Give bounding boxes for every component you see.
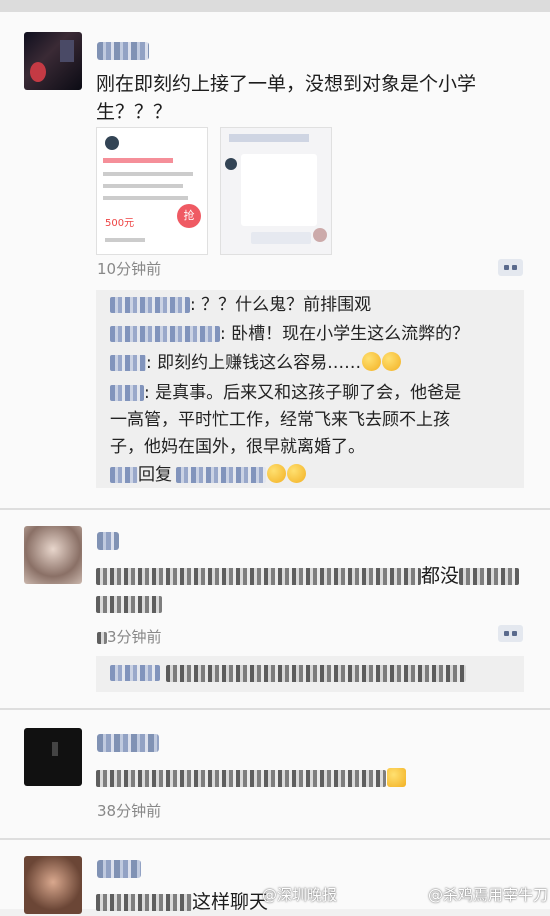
moment-post-3: 38分钟前 bbox=[0, 710, 550, 838]
comment-2[interactable]: : 卧槽！现在小学生这么流弊的？ bbox=[110, 321, 469, 348]
comment-5[interactable]: 回复 bbox=[110, 462, 306, 489]
avatar[interactable] bbox=[24, 728, 82, 786]
laugh-emoji-icon bbox=[382, 352, 402, 371]
comment-4-cont-1: 一高管，平时忙工作，经常飞来飞去顾不上孩 bbox=[110, 410, 450, 430]
author-name[interactable] bbox=[97, 42, 149, 60]
grab-button: 抢 bbox=[177, 204, 201, 228]
author-name[interactable] bbox=[97, 532, 119, 550]
awkward-emoji-icon bbox=[267, 464, 286, 483]
image-avatar-icon bbox=[105, 136, 119, 150]
avatar[interactable] bbox=[24, 856, 82, 914]
moment-post-1: 刚在即刻约上接了一单，没想到对象是个小学生？？？ 500元 抢 10分钟前 : … bbox=[0, 12, 550, 508]
author-name[interactable] bbox=[97, 860, 141, 878]
post-text: 刚在即刻约上接了一单，没想到对象是个小学生？？？ bbox=[96, 73, 477, 123]
comment-4-cont-2: 子，他妈在国外，很早就离婚了。 bbox=[110, 437, 365, 457]
status-strip bbox=[0, 0, 550, 12]
comment-1[interactable]: : ？？什么鬼？前排围观 bbox=[110, 292, 371, 319]
awkward-emoji-icon bbox=[287, 464, 306, 483]
post-time: 3分钟前 bbox=[97, 626, 162, 647]
post-image-1[interactable]: 500元 抢 bbox=[96, 127, 208, 255]
post-time: 38分钟前 bbox=[97, 802, 162, 820]
price-label: 500元 bbox=[105, 218, 135, 229]
author-name[interactable] bbox=[97, 734, 159, 752]
post-time: 10分钟前 bbox=[97, 260, 162, 278]
laugh-emoji-icon bbox=[362, 352, 382, 371]
avatar[interactable] bbox=[24, 526, 82, 584]
post-image-2[interactable] bbox=[220, 127, 332, 255]
comment-box bbox=[96, 656, 524, 692]
emoji-icon bbox=[387, 768, 406, 787]
post-text-line-2 bbox=[96, 590, 162, 618]
watermark-left: @深圳晚报 bbox=[262, 886, 338, 904]
comment-4[interactable]: : 是真事。后来又和这孩子聊了会，他爸是 bbox=[110, 380, 461, 407]
comment-menu-button[interactable] bbox=[498, 259, 523, 276]
moment-post-2: 都没 3分钟前 bbox=[0, 510, 550, 708]
post-text: 这样聊天 bbox=[96, 888, 268, 916]
comment-menu-button[interactable] bbox=[498, 625, 523, 642]
watermark-right: @杀鸡焉用宰牛刀 bbox=[428, 886, 549, 904]
avatar[interactable] bbox=[24, 32, 82, 90]
post-text bbox=[96, 764, 406, 792]
post-text: 都没 bbox=[96, 562, 526, 590]
comment-1[interactable] bbox=[110, 660, 466, 687]
comment-box: : ？？什么鬼？前排围观 : 卧槽！现在小学生这么流弊的？ : 即刻约上赚钱这么… bbox=[96, 290, 524, 488]
comment-3[interactable]: : 即刻约上赚钱这么容易…… bbox=[110, 350, 402, 377]
